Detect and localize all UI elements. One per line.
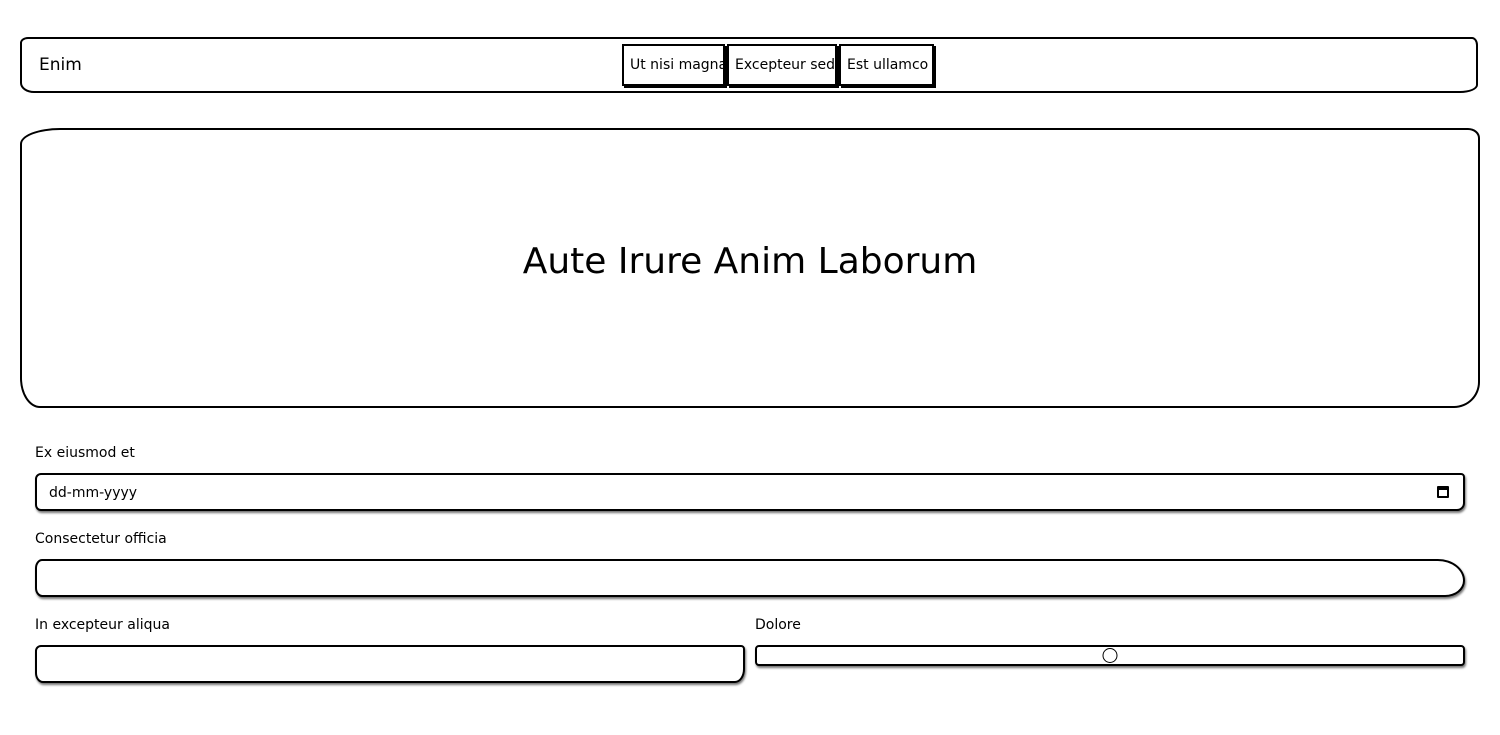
brand-logo-text[interactable]: Enim: [39, 55, 82, 75]
in-excepteur-aliqua-input[interactable]: [35, 645, 745, 683]
calendar-icon[interactable]: [1437, 486, 1449, 498]
text-field-1-label: Consectetur officia: [35, 531, 167, 547]
nav-link-ut-nisi-magna[interactable]: Ut nisi magna: [622, 44, 727, 86]
range-label: Dolore: [755, 617, 801, 633]
nav-link-est-ullamco[interactable]: Est ullamco: [839, 44, 934, 86]
hero-title: Aute Irure Anim Laborum: [522, 241, 978, 282]
date-field-label: Ex eiusmod et: [35, 445, 135, 461]
slider-thumb[interactable]: [1102, 648, 1118, 663]
consectetur-officia-input[interactable]: [35, 559, 1465, 597]
top-navbar: Enim Ut nisi magna Excepteur sed Est ull…: [20, 37, 1478, 93]
dolore-range-slider[interactable]: [755, 645, 1465, 666]
text-field-2-label: In excepteur aliqua: [35, 617, 170, 633]
hero-banner: Aute Irure Anim Laborum: [20, 128, 1480, 408]
nav-link-excepteur-sed[interactable]: Excepteur sed: [727, 44, 837, 86]
date-placeholder: dd-mm-yyyy: [49, 485, 138, 501]
nav-links: Ut nisi magna Excepteur sed Est ullamco: [622, 44, 934, 86]
date-input[interactable]: dd-mm-yyyy: [35, 473, 1465, 511]
